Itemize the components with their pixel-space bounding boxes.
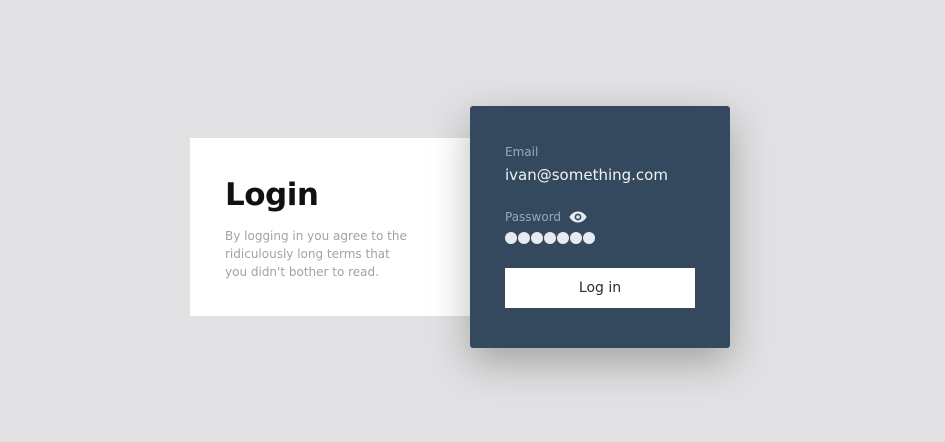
password-dot (557, 232, 569, 244)
password-dot (505, 232, 517, 244)
login-form: Email ivan@something.com Password Log in (470, 106, 730, 348)
password-dot (583, 232, 595, 244)
page-title: Login (225, 177, 319, 213)
password-label-text: Password (505, 210, 562, 224)
login-button[interactable]: Log in (505, 268, 695, 308)
email-field[interactable]: ivan@something.com (505, 165, 695, 185)
eye-icon-svg (569, 211, 587, 223)
password-dot (544, 232, 556, 244)
login-info-card: Login By logging in you agree to the rid… (190, 138, 490, 316)
password-dot (570, 232, 582, 244)
terms-description: By logging in you agree to the ridiculou… (225, 229, 407, 279)
email-label: Email (505, 144, 695, 160)
eye-icon[interactable] (569, 211, 587, 223)
email-label-text: Email (505, 145, 539, 159)
password-dot (531, 232, 543, 244)
password-field[interactable] (505, 232, 695, 244)
password-dot (518, 232, 530, 244)
password-label: Password (505, 209, 695, 225)
